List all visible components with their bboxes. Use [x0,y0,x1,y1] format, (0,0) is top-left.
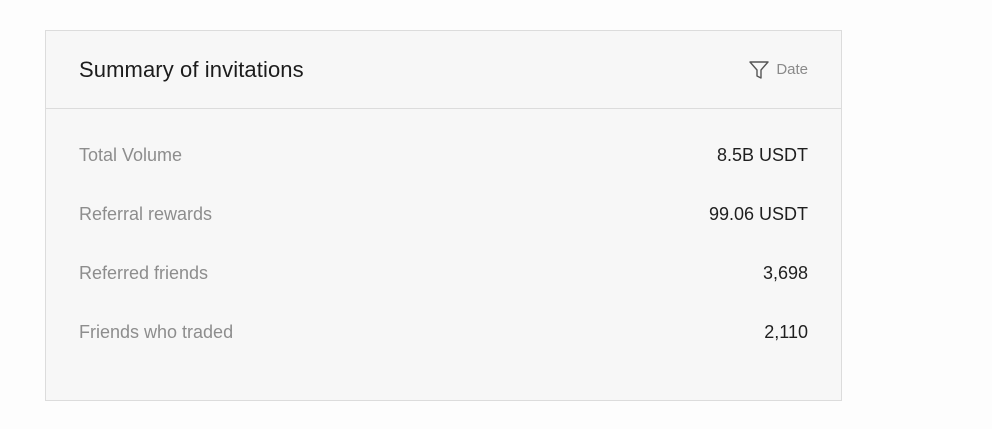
summary-row-referral-rewards: Referral rewards 99.06 USDT [46,198,841,257]
row-value: 8.5B USDT [716,145,808,165]
summary-row-referred-friends: Referred friends 3,698 [46,257,841,316]
row-label: Referred friends [79,263,209,283]
summary-row-total-volume: Total Volume 8.5B USDT [46,139,841,198]
summary-list: Total Volume 8.5B USDT Referral rewards … [46,109,841,375]
row-label: Total Volume [79,145,183,165]
filter-icon [748,59,770,81]
card-header: Summary of invitations Date [46,31,841,109]
row-label: Referral rewards [79,204,213,224]
invitation-summary-card: Summary of invitations Date Total Volume… [45,30,842,401]
card-title: Summary of invitations [79,56,304,82]
date-filter-button[interactable]: Date [748,59,808,81]
summary-row-friends-who-traded: Friends who traded 2,110 [46,316,841,375]
row-value: 2,110 [764,322,808,342]
row-label: Friends who traded [79,322,234,342]
date-filter-label: Date [776,61,808,78]
row-value: 99.06 USDT [708,204,808,224]
row-value: 3,698 [762,263,808,283]
